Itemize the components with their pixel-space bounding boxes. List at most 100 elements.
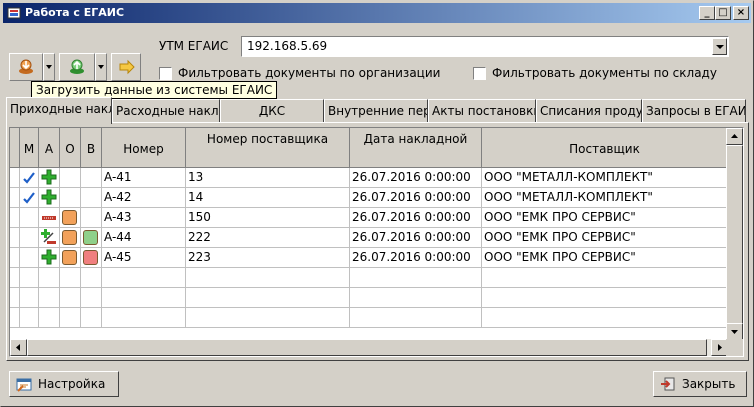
cell-supplier-number[interactable]: 223 (186, 248, 350, 268)
documents-grid[interactable]: М А О В Номер Номер поставщика Дата накл… (9, 127, 744, 357)
cell-supplier[interactable]: ООО "МЕТАЛЛ-КОМПЛЕКТ" (482, 168, 728, 188)
checkbox-box[interactable] (473, 66, 486, 80)
cell-o[interactable] (60, 208, 81, 228)
empty-cell (10, 288, 20, 308)
cell-o[interactable] (60, 248, 81, 268)
tab-internal[interactable]: Внутренние перемещения (324, 99, 428, 122)
tab-dks[interactable]: ДКС (220, 99, 324, 122)
column-header-date[interactable]: Дата накладной (350, 128, 482, 168)
column-header-number[interactable]: Номер (102, 128, 186, 168)
cell-supplier[interactable]: ООО "ЕМК ПРО СЕРВИС" (482, 208, 728, 228)
table-row[interactable]: A-45 223 26.07.2016 0:00:00 ООО "ЕМК ПРО СЕ… (10, 248, 728, 268)
settings-button[interactable]: Настройка (9, 371, 119, 397)
cell-v[interactable] (81, 188, 102, 208)
filter-by-warehouse-label: Фильтровать документы по складу (492, 66, 717, 80)
cell-number[interactable]: A-45 (102, 248, 186, 268)
cell-number[interactable]: A-42 (102, 188, 186, 208)
cell-supplier[interactable]: ООО "ЕМК ПРО СЕРВИС" (482, 248, 728, 268)
scroll-left-button[interactable] (10, 339, 27, 356)
minimize-button[interactable]: _ (699, 6, 715, 20)
upload-dropdown-arrow[interactable] (95, 53, 107, 81)
cell-supplier-number[interactable]: 222 (186, 228, 350, 248)
close-button[interactable]: Закрыть (653, 371, 747, 397)
horizontal-scrollbar[interactable] (10, 339, 728, 356)
cell-o[interactable] (60, 168, 81, 188)
title-bar[interactable]: Работа с ЕГАИС _ □ × (3, 3, 751, 23)
scroll-up-button[interactable] (726, 128, 743, 145)
exchange-button[interactable] (111, 53, 141, 81)
cell-a[interactable] (39, 228, 60, 248)
tab-requests[interactable]: Запросы в ЕГАИС (642, 99, 746, 122)
vertical-scrollbar[interactable] (726, 128, 743, 340)
empty-cell (482, 308, 728, 328)
cell-o[interactable] (60, 228, 81, 248)
column-header-supplier-number[interactable]: Номер поставщика (186, 128, 350, 168)
cell-supplier-number[interactable]: 150 (186, 208, 350, 228)
row-indicator[interactable] (10, 188, 20, 208)
cell-v[interactable] (81, 208, 102, 228)
utm-dropdown-button[interactable] (712, 38, 727, 55)
cell-m[interactable] (20, 248, 39, 268)
column-header-m[interactable]: М (20, 128, 39, 168)
table-row[interactable]: A-41 13 26.07.2016 0:00:00 ООО "МЕТАЛЛ-КОМП… (10, 168, 728, 188)
close-window-button[interactable]: × (733, 6, 749, 20)
green-status-icon (83, 230, 98, 245)
cell-a[interactable] (39, 188, 60, 208)
cell-v[interactable] (81, 228, 102, 248)
vertical-scroll-thumb[interactable] (726, 145, 743, 335)
exit-icon (661, 377, 675, 391)
cell-number[interactable]: A-41 (102, 168, 186, 188)
checkbox-box[interactable] (159, 66, 172, 80)
cell-date[interactable]: 26.07.2016 0:00:00 (350, 208, 482, 228)
column-header-v[interactable]: В (81, 128, 102, 168)
table-row[interactable]: A-43 150 26.07.2016 0:00:00 ООО "ЕМК ПРО СЕ… (10, 208, 728, 228)
maximize-button[interactable]: □ (715, 6, 731, 20)
cell-a[interactable] (39, 248, 60, 268)
cell-supplier[interactable]: ООО "МЕТАЛЛ-КОМПЛЕКТ" (482, 188, 728, 208)
cell-m[interactable] (20, 188, 39, 208)
tab-writeoffs[interactable]: Списания продукции (536, 99, 642, 122)
tab-incoming[interactable]: Приходные накладные (6, 97, 112, 124)
cell-m[interactable] (20, 208, 39, 228)
cell-date[interactable]: 26.07.2016 0:00:00 (350, 188, 482, 208)
cell-date[interactable]: 26.07.2016 0:00:00 (350, 228, 482, 248)
cell-number[interactable]: A-44 (102, 228, 186, 248)
table-row[interactable]: A-44 222 26.07.2016 0:00:00 ООО "ЕМК ПРО СЕ… (10, 228, 728, 248)
tab-acts[interactable]: Акты постановки (428, 99, 536, 122)
cell-m[interactable] (20, 168, 39, 188)
filter-by-org-checkbox[interactable]: Фильтровать документы по организации (159, 65, 440, 81)
upload-to-egais-button[interactable] (59, 53, 95, 81)
empty-cell (20, 268, 39, 288)
empty-row (10, 308, 728, 328)
cell-o[interactable] (60, 188, 81, 208)
cell-supplier-number[interactable]: 14 (186, 188, 350, 208)
cell-v[interactable] (81, 168, 102, 188)
cell-m[interactable] (20, 228, 39, 248)
cell-a[interactable] (39, 208, 60, 228)
filter-by-warehouse-checkbox[interactable]: Фильтровать документы по складу (473, 65, 717, 81)
cell-a[interactable] (39, 168, 60, 188)
load-from-egais-button[interactable] (9, 53, 43, 81)
cell-date[interactable]: 26.07.2016 0:00:00 (350, 248, 482, 268)
cell-supplier[interactable]: ООО "ЕМК ПРО СЕРВИС" (482, 228, 728, 248)
row-indicator[interactable] (10, 228, 20, 248)
cell-number[interactable]: A-43 (102, 208, 186, 228)
row-indicator[interactable] (10, 208, 20, 228)
horizontal-scroll-thumb[interactable] (27, 339, 707, 356)
column-header-o[interactable]: О (60, 128, 81, 168)
empty-cell (10, 308, 20, 328)
row-indicator[interactable] (10, 168, 20, 188)
row-indicator[interactable] (10, 248, 20, 268)
column-header-a[interactable]: А (39, 128, 60, 168)
red-status-icon (83, 250, 98, 265)
cell-supplier-number[interactable]: 13 (186, 168, 350, 188)
scroll-down-button[interactable] (726, 323, 743, 340)
utm-address-combo[interactable]: 192.168.5.69 (241, 36, 729, 57)
plus-icon (41, 169, 57, 185)
table-row[interactable]: A-42 14 26.07.2016 0:00:00 ООО "МЕТАЛЛ-КОМП… (10, 188, 728, 208)
tab-outgoing[interactable]: Расходные накладные (112, 99, 220, 122)
load-dropdown-arrow[interactable] (43, 53, 55, 81)
cell-date[interactable]: 26.07.2016 0:00:00 (350, 168, 482, 188)
cell-v[interactable] (81, 248, 102, 268)
column-header-supplier[interactable]: Поставщик (482, 128, 728, 168)
